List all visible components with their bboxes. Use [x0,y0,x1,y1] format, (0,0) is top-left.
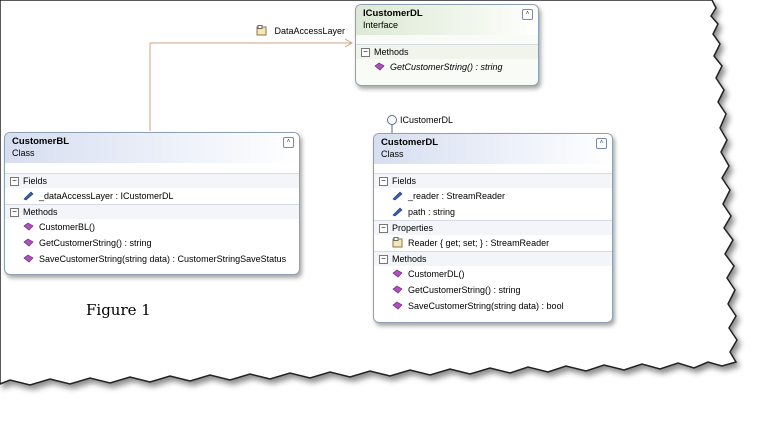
field-row[interactable]: _dataAccessLayer : ICustomerDL [5,188,299,204]
method-row[interactable]: GetCustomerString() : string [374,282,612,298]
minus-icon[interactable]: − [379,255,388,265]
methods-section[interactable]: − Methods [5,204,299,219]
minus-icon[interactable]: − [361,48,370,58]
collapse-icon[interactable]: ˄ [522,9,533,20]
collapse-icon[interactable]: ˄ [283,137,294,148]
method-icon [374,62,385,71]
property-row[interactable]: Reader { get; set; } : StreamReader [374,235,612,251]
method-row[interactable]: CustomerBL() [5,219,299,235]
methods-section[interactable]: − Methods [374,251,612,266]
method-row[interactable]: GetCustomerString() : string [5,235,299,251]
class-stereotype: Class [12,148,35,158]
method-row[interactable]: GetCustomerString() : string [356,59,538,75]
minus-icon[interactable]: − [379,224,388,234]
class-name: CustomerBL [12,136,70,147]
field-row[interactable]: path : string [374,204,612,220]
minus-icon[interactable]: − [10,208,19,218]
method-icon [392,285,403,294]
minus-icon[interactable]: − [10,177,19,187]
method-row[interactable]: SaveCustomerString(string data) : bool [374,298,612,314]
collapse-icon[interactable]: ˄ [596,138,607,149]
method-icon [23,254,34,263]
property-icon [392,237,403,248]
association-label: DataAccessLayer [256,25,345,37]
method-icon [392,301,403,310]
class-customerdl[interactable]: CustomerDL Class ˄ − Fields _reader : Str… [373,133,613,323]
property-icon [256,25,267,36]
fields-section[interactable]: − Fields [374,173,612,188]
field-icon [392,207,403,217]
minus-icon[interactable]: − [379,177,388,187]
class-header: ICustomerDL Interface ˄ [356,5,538,35]
field-icon [23,191,34,201]
method-icon [23,238,34,247]
class-stereotype: Interface [363,20,399,30]
field-row[interactable]: _reader : StreamReader [374,188,612,204]
lollipop-label: ICustomerDL [400,115,454,125]
method-row[interactable]: SaveCustomerString(string data) : Custom… [5,251,299,267]
fields-section[interactable]: − Fields [5,173,299,188]
class-name: ICustomerDL [363,8,423,19]
class-header: CustomerBL Class ˄ [5,133,299,163]
interface-icustomerdl[interactable]: ICustomerDL Interface ˄ − Methods GetCust… [355,4,539,86]
class-header: CustomerDL Class ˄ [374,134,612,164]
properties-section[interactable]: − Properties [374,220,612,235]
method-icon [392,269,403,278]
figure-caption: Figure 1 [86,301,151,319]
methods-section[interactable]: − Methods [356,44,538,59]
class-stereotype: Class [381,149,404,159]
method-row[interactable]: CustomerDL() [374,266,612,282]
class-name: CustomerDL [381,137,439,148]
field-icon [392,191,403,201]
class-customerbl[interactable]: CustomerBL Class ˄ − Fields _dataAccessLa… [4,132,300,275]
method-icon [23,222,34,231]
